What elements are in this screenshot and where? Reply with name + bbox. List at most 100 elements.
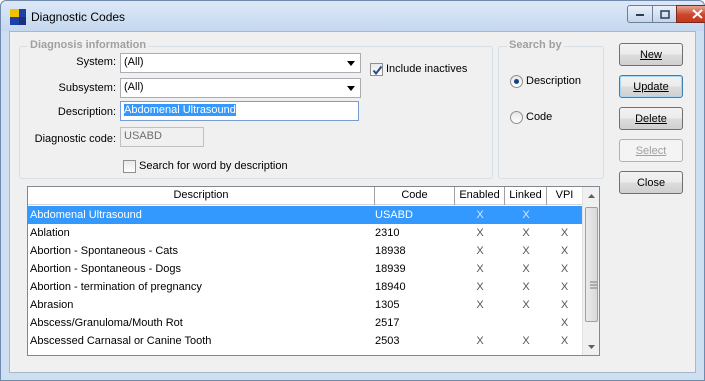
scroll-thumb[interactable]: [585, 207, 598, 322]
cell-code: 2503: [375, 335, 400, 347]
cell-linked: [505, 314, 547, 332]
cell-vpi: X: [560, 299, 569, 311]
cell-enabled: X: [476, 335, 484, 347]
subsystem-combo[interactable]: (All): [120, 78, 361, 98]
search-by-group-title: Search by: [507, 39, 564, 51]
cell-linked: X: [522, 299, 530, 311]
cell-linked: X: [522, 335, 530, 347]
table-row[interactable]: Abortion - Spontaneous - Cats 18938 X X X: [28, 242, 582, 260]
grip-icon: [590, 281, 597, 289]
table-row[interactable]: Abortion - termination of pregnancy 18940…: [28, 278, 582, 296]
cell-code: 1305: [375, 299, 400, 311]
update-button-label: Update: [633, 80, 669, 93]
cell-description: Ablation: [30, 227, 70, 239]
cell-description: Abscess/Granuloma/Mouth Rot: [30, 317, 183, 329]
system-value: (All): [124, 56, 144, 68]
cell-vpi: X: [560, 281, 569, 293]
table-row[interactable]: Abdomenal Ultrasound USABD X X: [28, 206, 582, 224]
search-by-code-label[interactable]: Code: [526, 111, 552, 123]
diagnostic-codes-window: Diagnostic Codes Diagnosis information S…: [0, 0, 705, 381]
maximize-button[interactable]: [652, 5, 677, 23]
table-row[interactable]: Abscessed Carnasal or Canine Tooth 2503 X X…: [28, 332, 582, 350]
subsystem-dropdown-arrow[interactable]: [343, 80, 359, 96]
minimize-button[interactable]: [627, 5, 653, 23]
cell-description: Abortion - Spontaneous - Dogs: [30, 263, 182, 275]
cell-code: USABD: [375, 209, 413, 221]
column-header-enabled[interactable]: Enabled: [455, 187, 505, 205]
subsystem-value: (All): [124, 81, 144, 93]
cell-vpi: X: [560, 317, 569, 329]
app-flag-icon: [10, 9, 26, 25]
table-row[interactable]: Abortion - Spontaneous - Dogs 18939 X X X: [28, 260, 582, 278]
select-button[interactable]: Select: [619, 139, 683, 162]
system-combo[interactable]: (All): [120, 53, 361, 73]
cell-vpi: X: [560, 245, 569, 257]
cell-linked: X: [522, 281, 530, 293]
new-button-label: New: [639, 48, 662, 61]
cell-enabled: X: [476, 227, 484, 239]
search-word-label[interactable]: Search for word by description: [139, 160, 288, 172]
system-label: System:: [76, 56, 116, 68]
table-header: Description Code Enabled Linked VPI: [28, 187, 599, 205]
cell-enabled: X: [476, 245, 484, 257]
table-row[interactable]: Abrasion 1305 X X X: [28, 296, 582, 314]
cell-code: 2517: [375, 317, 400, 329]
cell-code: 18940: [375, 281, 406, 293]
cell-linked: X: [522, 227, 530, 239]
table-row[interactable]: Abscess/Granuloma/Mouth Rot 2517 X: [28, 314, 582, 332]
subsystem-label: Subsystem:: [58, 82, 116, 94]
search-by-description-label[interactable]: Description: [526, 75, 581, 87]
delete-button[interactable]: Delete: [619, 107, 683, 130]
diagnostic-code-input[interactable]: USABD: [120, 127, 204, 147]
description-label: Description:: [57, 106, 116, 118]
cell-code: 2310: [375, 227, 400, 239]
cell-code: 18938: [375, 245, 406, 257]
table-row[interactable]: Ablation 2310 X X X: [28, 224, 582, 242]
cell-description: Abortion - Spontaneous - Cats: [30, 245, 178, 257]
cell-description: Abdomenal Ultrasound: [30, 209, 142, 221]
column-header-code[interactable]: Code: [375, 187, 455, 205]
include-inactives-label[interactable]: Include inactives: [386, 63, 467, 75]
arrow-up-icon: [588, 193, 595, 198]
close-button[interactable]: Close: [619, 171, 683, 194]
close-window-button[interactable]: [676, 5, 705, 23]
radio-selected-dot: [514, 79, 519, 84]
diagnosis-group-title: Diagnosis information: [28, 39, 149, 51]
checkmark-icon: [372, 65, 383, 76]
column-header-linked[interactable]: Linked: [505, 187, 547, 205]
search-by-description-radio[interactable]: [510, 75, 523, 88]
column-header-description[interactable]: Description: [28, 187, 375, 205]
chevron-down-icon: [347, 60, 355, 66]
minimize-icon: [636, 14, 644, 16]
arrow-down-icon: [588, 344, 595, 349]
cell-description: Abrasion: [30, 299, 74, 311]
search-word-checkbox[interactable]: [123, 160, 136, 173]
maximize-icon: [659, 9, 670, 19]
close-icon: [692, 9, 703, 19]
title-bar[interactable]: Diagnostic Codes: [1, 1, 705, 31]
column-header-vpi[interactable]: VPI: [547, 187, 582, 205]
include-inactives-checkbox[interactable]: [370, 63, 383, 76]
cell-enabled: [455, 314, 505, 332]
system-dropdown-arrow[interactable]: [343, 55, 359, 71]
select-button-label: Select: [635, 144, 667, 157]
table-vertical-scrollbar[interactable]: [582, 187, 599, 355]
cell-vpi: [547, 206, 582, 224]
diagnostic-code-label: Diagnostic code:: [34, 133, 116, 145]
cell-enabled: X: [476, 281, 484, 293]
diagnostic-codes-table[interactable]: Description Code Enabled Linked VPI Abdo…: [27, 186, 600, 356]
cell-vpi: X: [560, 263, 569, 275]
cell-code: 18939: [375, 263, 406, 275]
scroll-down-button[interactable]: [583, 338, 599, 355]
update-button[interactable]: Update: [619, 75, 683, 98]
description-value: Abdomenal Ultrasound: [124, 104, 236, 116]
cell-description: Abscessed Carnasal or Canine Tooth: [30, 335, 212, 347]
new-button[interactable]: New: [619, 43, 683, 66]
cell-linked: X: [522, 209, 530, 221]
search-by-code-radio[interactable]: [510, 111, 523, 124]
window-title: Diagnostic Codes: [31, 10, 126, 24]
description-input[interactable]: Abdomenal Ultrasound: [120, 101, 359, 121]
cell-enabled: X: [476, 299, 484, 311]
cell-enabled: X: [476, 263, 484, 275]
scroll-up-button[interactable]: [583, 187, 599, 204]
